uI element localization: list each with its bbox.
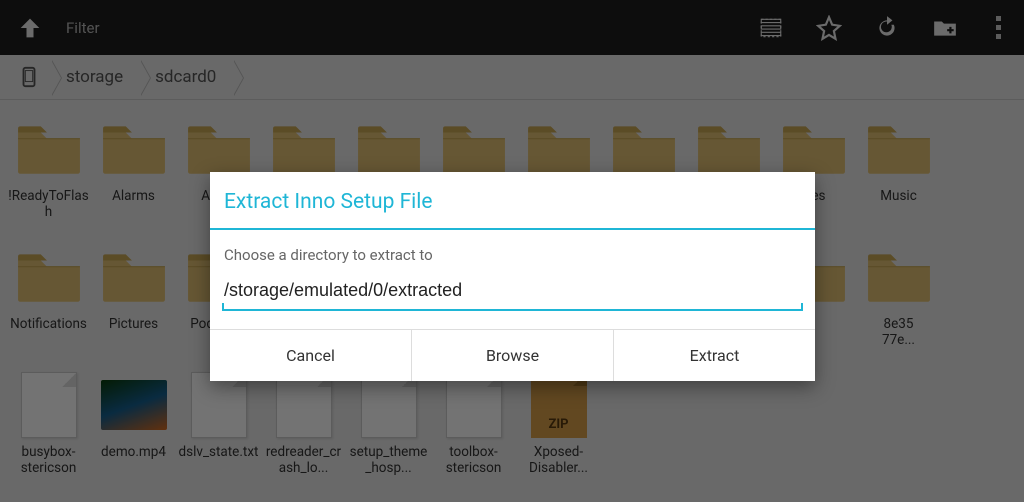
dialog-buttons: Cancel Browse Extract [210,329,815,381]
browse-button[interactable]: Browse [411,330,613,381]
dialog-title: Extract Inno Setup File [210,172,815,228]
screen: Filter storage [0,0,1024,502]
dialog-message: Choose a directory to extract to [210,230,815,274]
extract-button[interactable]: Extract [613,330,815,381]
extract-path-input[interactable] [222,274,803,311]
extract-dialog: Extract Inno Setup File Choose a directo… [210,172,815,381]
dialog-input-wrap [222,274,803,311]
cancel-button[interactable]: Cancel [210,330,411,381]
